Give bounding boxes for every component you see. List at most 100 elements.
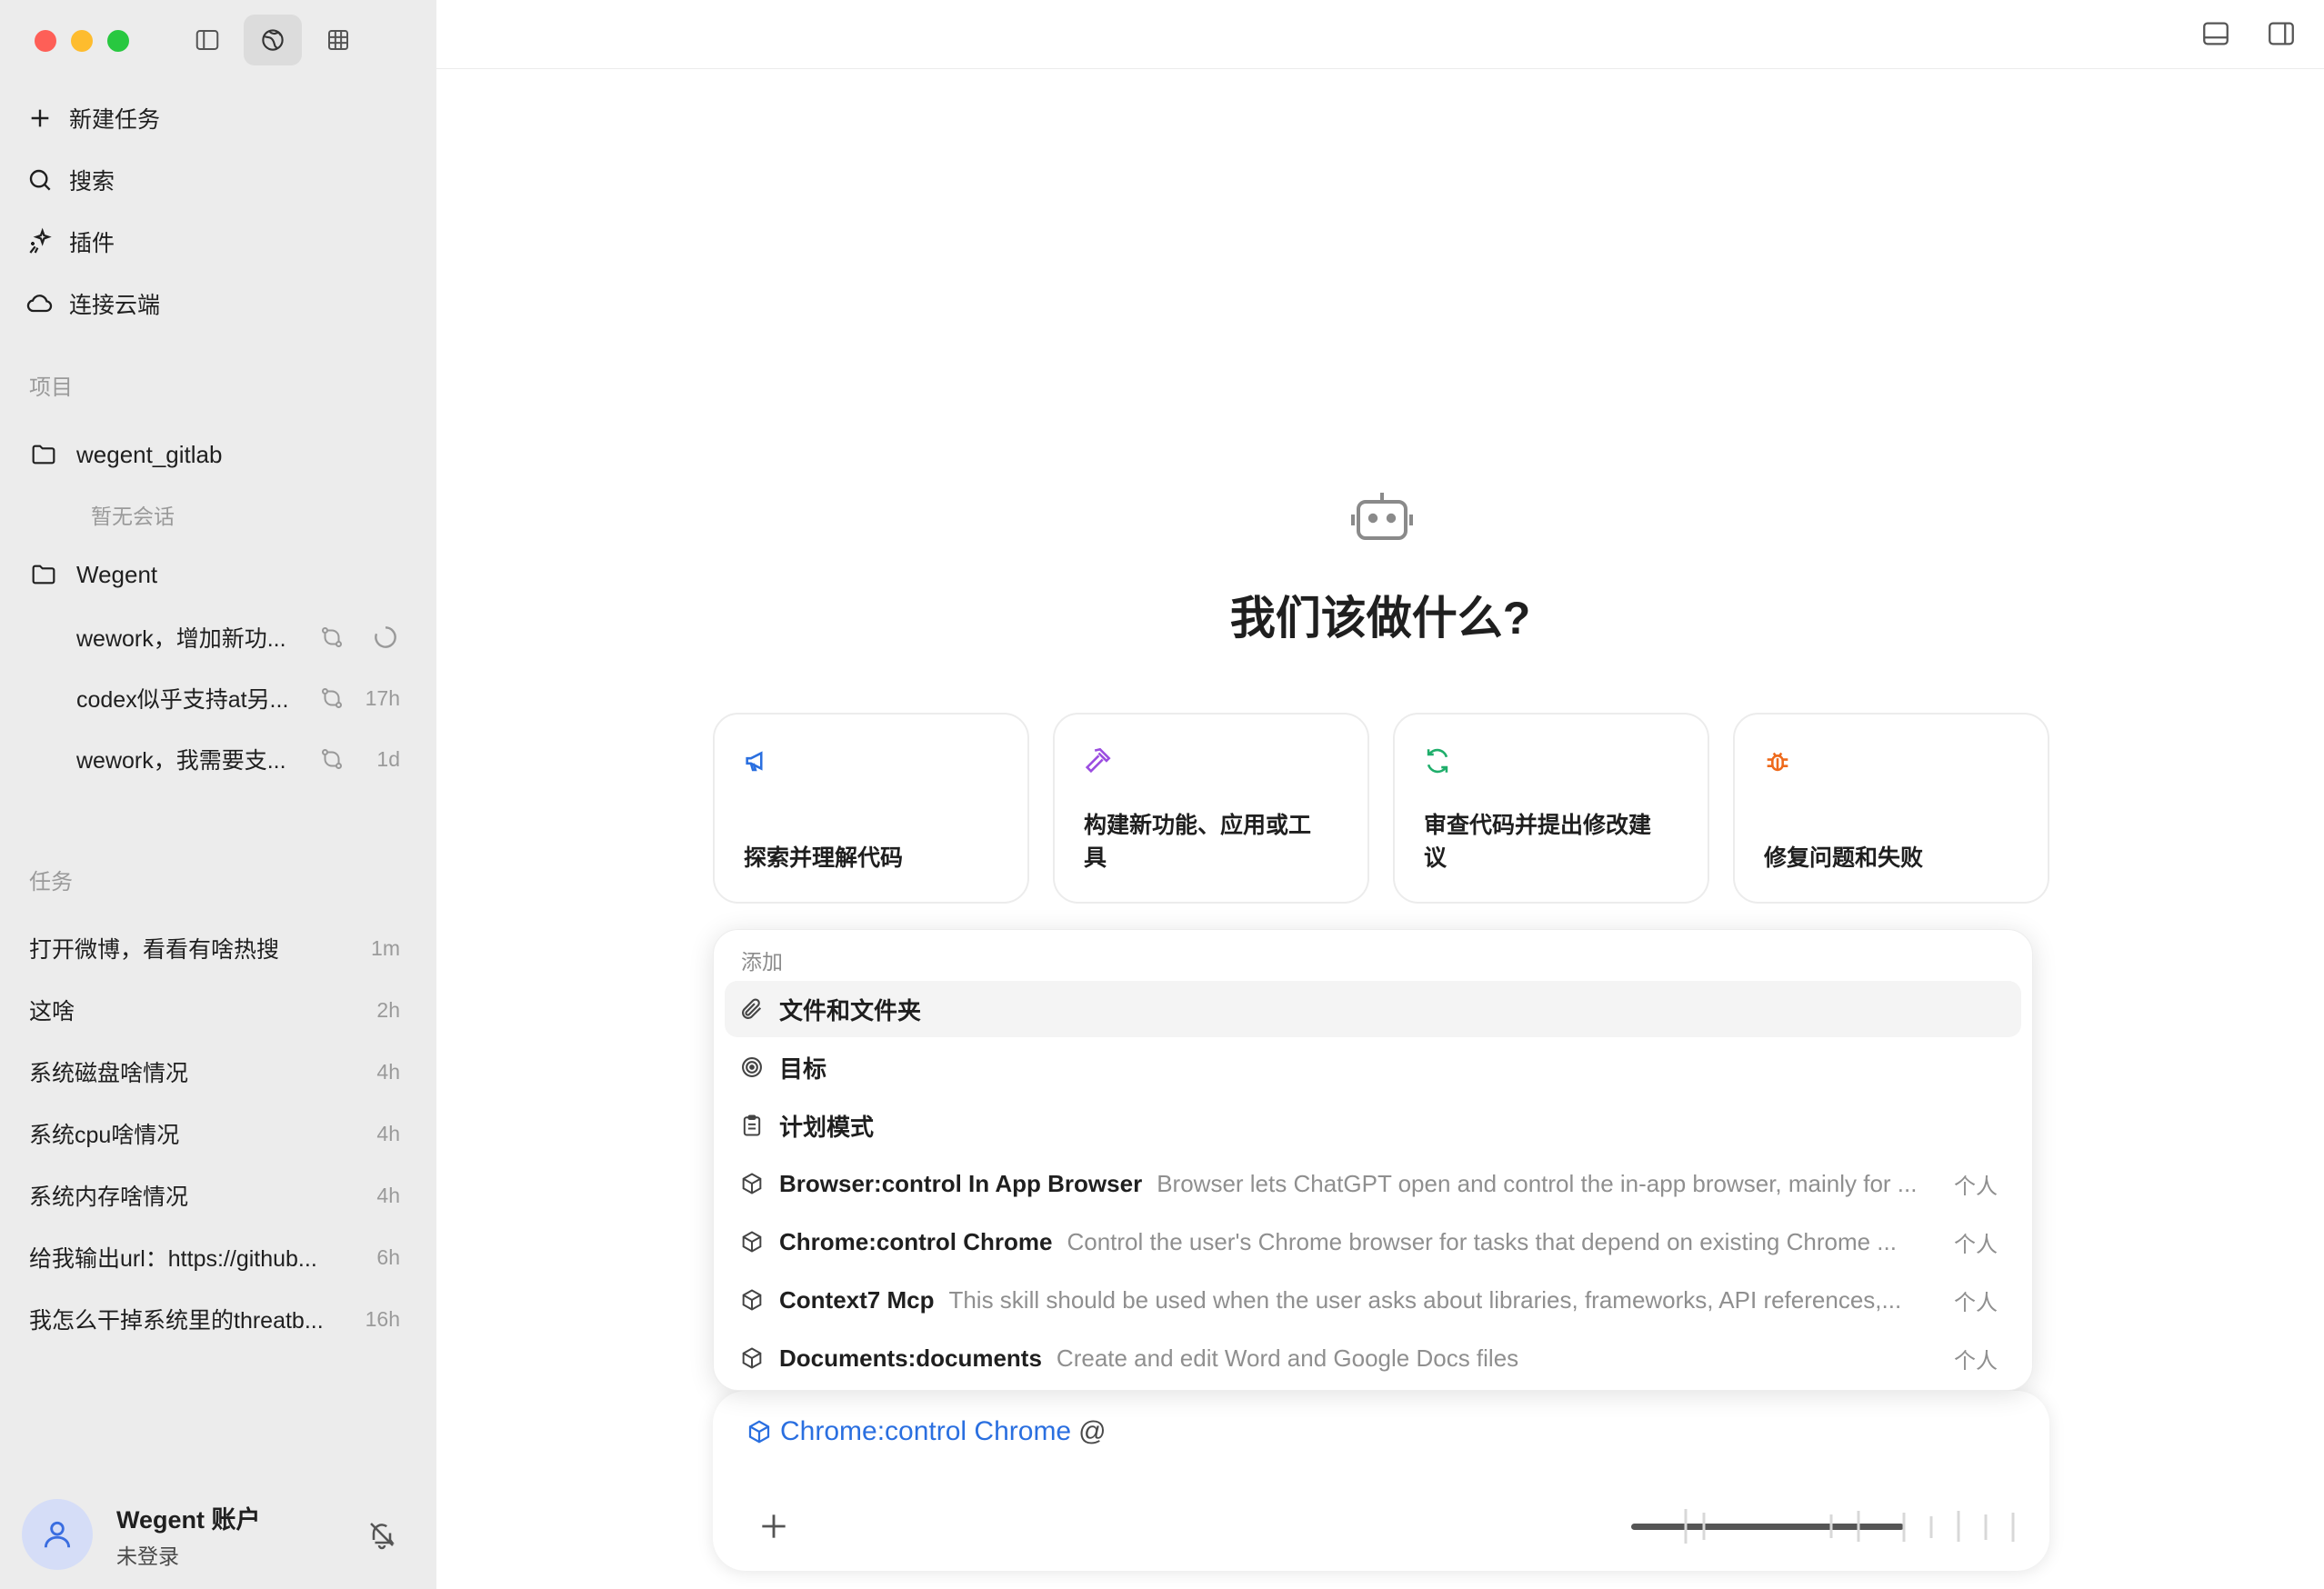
cube-icon bbox=[742, 1173, 762, 1194]
sidebar: 新建任务 搜索 插件 连接云端 项目 wegent_gitlab 暂无会话 We… bbox=[0, 0, 436, 1589]
main-area: 我们该做什么? 探索并理解代码 构建新功能、应用或工具 审查代码并提出修改建议 … bbox=[436, 0, 2324, 1589]
card-label: 审查代码并提出修改建议 bbox=[1424, 813, 1652, 871]
skill-description: Browser lets ChatGPT open and control th… bbox=[1157, 1169, 1918, 1197]
add-attachment-icon[interactable] bbox=[756, 1509, 791, 1544]
task-time: 4h bbox=[376, 1059, 400, 1084]
menu-item-skill[interactable]: Browser:control In App Browser Browser l… bbox=[725, 1155, 2021, 1212]
plus-icon bbox=[31, 109, 49, 127]
connect-cloud-button[interactable]: 连接云端 bbox=[22, 273, 415, 335]
skill-name: Browser:control In App Browser bbox=[779, 1169, 1143, 1197]
new-task-button[interactable]: 新建任务 bbox=[22, 87, 415, 149]
menu-item-skill[interactable]: Documents:documents Create and edit Word… bbox=[725, 1330, 2021, 1386]
card-explore-code[interactable]: 探索并理解代码 bbox=[713, 713, 1029, 904]
task-item[interactable]: 打开微博，看看有啥热搜 1m bbox=[29, 920, 400, 976]
grid-view-button[interactable] bbox=[309, 15, 367, 65]
skill-name: Chrome:control Chrome bbox=[779, 1227, 1053, 1255]
task-item[interactable]: 系统内存啥情况 4h bbox=[29, 1167, 400, 1224]
conversation-item[interactable]: wework，我需要支... 1d bbox=[76, 731, 400, 787]
cube-icon bbox=[748, 1420, 770, 1444]
at-mention-text: @ bbox=[1078, 1416, 1107, 1446]
nav-label: 连接云端 bbox=[69, 293, 161, 318]
cube-icon bbox=[742, 1231, 762, 1253]
task-time: 2h bbox=[376, 997, 400, 1022]
user-icon bbox=[44, 1521, 71, 1548]
avatar bbox=[22, 1499, 93, 1570]
conversation-item[interactable]: wework，增加新功... bbox=[76, 609, 400, 665]
skill-description: Create and edit Word and Google Docs fil… bbox=[1056, 1344, 1519, 1372]
sparkle-plugin-icon bbox=[29, 227, 52, 254]
cube-icon bbox=[742, 1289, 762, 1311]
skill-chip[interactable]: Chrome:control Chrome bbox=[780, 1416, 1071, 1447]
menu-item-skill[interactable]: Context7 Mcp This skill should be used w… bbox=[725, 1272, 2021, 1328]
conversation-title: wework，我需要支... bbox=[76, 748, 286, 774]
skill-name: Documents:documents bbox=[779, 1344, 1042, 1372]
account-status: 未登录 bbox=[116, 1544, 179, 1568]
nav-label: 搜索 bbox=[69, 169, 115, 195]
cloud-icon bbox=[26, 295, 53, 313]
right-panel-icon[interactable] bbox=[2266, 18, 2297, 49]
task-time: 4h bbox=[376, 1183, 400, 1207]
megaphone-icon bbox=[746, 751, 763, 772]
close-window-button[interactable] bbox=[35, 30, 56, 52]
bell-off-icon[interactable] bbox=[366, 1518, 398, 1551]
menu-item-goal[interactable]: 目标 bbox=[725, 1039, 2021, 1095]
skill-description: Control the user's Chrome browser for ta… bbox=[1067, 1227, 1897, 1255]
message-composer[interactable]: Chrome:control Chrome @ bbox=[713, 1391, 2049, 1571]
menu-item-files-folders[interactable]: 文件和文件夹 bbox=[725, 981, 2021, 1037]
composer-input[interactable]: Chrome:control Chrome @ bbox=[746, 1416, 1107, 1447]
account-panel[interactable]: Wegent 账户 未登录 bbox=[22, 1489, 415, 1580]
plugins-button[interactable]: 插件 bbox=[22, 211, 415, 273]
nav-label: 新建任务 bbox=[69, 107, 161, 133]
robot-icon bbox=[1351, 493, 1413, 540]
folder-icon bbox=[32, 565, 55, 585]
conversation-item[interactable]: codex似乎支持at另... 17h bbox=[76, 670, 400, 726]
card-label: 探索并理解代码 bbox=[744, 845, 904, 871]
conversation-title: codex似乎支持at另... bbox=[76, 687, 289, 713]
app-window: 新建任务 搜索 插件 连接云端 项目 wegent_gitlab 暂无会话 We… bbox=[0, 0, 2324, 1589]
grid-icon bbox=[328, 30, 348, 50]
project-wegent-gitlab[interactable]: wegent_gitlab bbox=[29, 425, 415, 484]
bottom-panel-icon[interactable] bbox=[2200, 18, 2231, 49]
task-time: 6h bbox=[376, 1244, 400, 1269]
task-item[interactable]: 我怎么干掉系统里的threatb... 16h bbox=[29, 1291, 400, 1347]
project-wegent[interactable]: Wegent bbox=[29, 545, 415, 604]
skill-scope-tag: 个人 bbox=[1954, 1232, 1998, 1257]
menu-item-label: 文件和文件夹 bbox=[779, 996, 922, 1024]
task-item[interactable]: 这啥 2h bbox=[29, 982, 400, 1038]
task-title: 这啥 bbox=[29, 999, 75, 1024]
task-item[interactable]: 给我输出url：https://github... 6h bbox=[29, 1229, 400, 1285]
card-review-code[interactable]: 审查代码并提出修改建议 bbox=[1393, 713, 1709, 904]
tasks-section-title: 任务 bbox=[29, 870, 73, 894]
zoom-window-button[interactable] bbox=[107, 30, 129, 52]
task-time: 16h bbox=[365, 1306, 400, 1331]
conversation-title: wework，增加新功... bbox=[76, 626, 286, 652]
target-icon bbox=[742, 1057, 762, 1077]
paperclip-icon bbox=[742, 998, 762, 1019]
refresh-icon bbox=[1427, 748, 1448, 774]
dropdown-title: 添加 bbox=[741, 950, 783, 974]
conversation-time: 17h bbox=[365, 685, 400, 710]
hammer-icon bbox=[1085, 747, 1111, 774]
menu-item-skill[interactable]: Chrome:control Chrome Control the user's… bbox=[725, 1214, 2021, 1270]
task-title: 系统内存啥情况 bbox=[29, 1184, 189, 1210]
git-merge-icon bbox=[322, 688, 342, 708]
sidebar-icon bbox=[195, 30, 219, 50]
project-name: wegent_gitlab bbox=[76, 440, 223, 468]
task-title: 打开微博，看看有啥热搜 bbox=[29, 937, 280, 963]
sidebar-nav: 新建任务 搜索 插件 连接云端 bbox=[22, 87, 415, 335]
window-controls bbox=[35, 30, 129, 52]
clipboard-icon bbox=[743, 1114, 761, 1136]
menu-item-plan-mode[interactable]: 计划模式 bbox=[725, 1097, 2021, 1154]
toggle-sidebar-button[interactable] bbox=[178, 15, 236, 65]
card-build-feature[interactable]: 构建新功能、应用或工具 bbox=[1053, 713, 1369, 904]
page-headline: 我们该做什么? bbox=[1229, 593, 1531, 644]
task-item[interactable]: 系统cpu啥情况 4h bbox=[29, 1105, 400, 1162]
minimize-window-button[interactable] bbox=[71, 30, 93, 52]
task-item[interactable]: 系统磁盘啥情况 4h bbox=[29, 1044, 400, 1100]
card-fix-issues[interactable]: 修复问题和失败 bbox=[1733, 713, 2049, 904]
conversation-time: 1d bbox=[376, 746, 400, 771]
sidebar-toolbar bbox=[178, 15, 367, 65]
search-button[interactable]: 搜索 bbox=[22, 149, 415, 211]
suggestion-cards: 探索并理解代码 构建新功能、应用或工具 审查代码并提出修改建议 修复问题和失败 bbox=[713, 713, 2049, 904]
globe-mode-button[interactable] bbox=[244, 15, 302, 65]
